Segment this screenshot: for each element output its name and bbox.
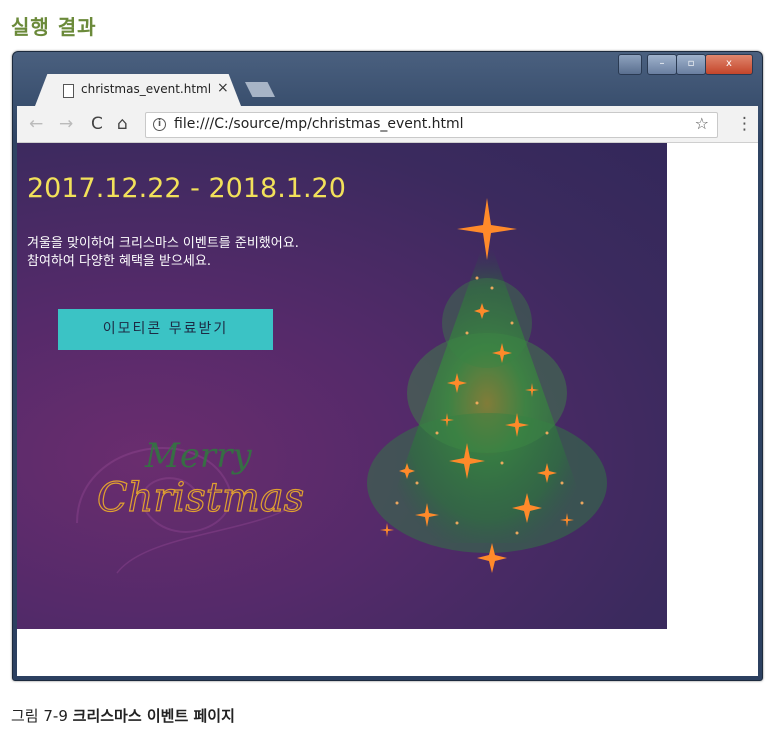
christmas-tree-illustration: [367, 198, 607, 573]
free-emoticon-button[interactable]: 이모티콘 무료받기: [58, 309, 273, 350]
browser-toolbar: ← → C ⌂ i file:///C:/source/mp/christmas…: [17, 106, 758, 143]
description-line-1: 겨울을 맞이하여 크리스마스 이벤트를 준비했어요.: [27, 236, 299, 251]
maximize-button[interactable]: ▫: [676, 54, 706, 75]
reload-button[interactable]: C: [91, 114, 103, 134]
home-button[interactable]: ⌂: [117, 114, 128, 134]
result-heading: 실행 결과: [11, 15, 97, 39]
merry-christmas-logo: Merry Christmas: [97, 436, 305, 522]
address-bar[interactable]: i file:///C:/source/mp/christmas_event.h…: [145, 112, 718, 138]
bookmark-star-icon[interactable]: ☆: [695, 114, 709, 133]
url-text: file:///C:/source/mp/christmas_event.htm…: [174, 116, 464, 132]
profile-button[interactable]: [618, 54, 642, 75]
browser-tab[interactable]: christmas_event.html ×: [35, 74, 241, 106]
browser-window: – ▫ x christmas_event.html × ← → C ⌂ i f…: [12, 51, 763, 681]
page-icon: [63, 84, 74, 98]
browser-menu-button[interactable]: ⋮: [736, 114, 753, 134]
merry-text: Merry: [144, 436, 252, 476]
new-tab-button[interactable]: [245, 82, 275, 97]
minimize-button[interactable]: –: [647, 54, 677, 75]
figure-caption: 그림 7-9 크리스마스 이벤트 페이지: [11, 705, 235, 726]
tab-close-button[interactable]: ×: [217, 80, 229, 96]
info-icon[interactable]: i: [153, 118, 166, 131]
tab-title: christmas_event.html: [81, 82, 212, 96]
close-window-button[interactable]: x: [705, 54, 753, 75]
event-date-range: 2017.12.22 - 2018.1.20: [27, 173, 346, 204]
page-viewport: 2017.12.22 - 2018.1.20 겨울을 맞이하여 크리스마스 이벤…: [17, 143, 758, 676]
description-line-2: 참여하여 다양한 혜택을 받으세요.: [27, 254, 211, 269]
christmas-banner: 2017.12.22 - 2018.1.20 겨울을 맞이하여 크리스마스 이벤…: [17, 143, 667, 629]
back-button[interactable]: ←: [29, 114, 43, 134]
event-description: 겨울을 맞이하여 크리스마스 이벤트를 준비했어요. 참여하여 다양한 혜택을 …: [27, 235, 299, 271]
christmas-text: Christmas: [97, 475, 304, 521]
forward-button[interactable]: →: [59, 114, 73, 134]
figure-label: 그림 7-9: [11, 707, 68, 725]
figure-title: 크리스마스 이벤트 페이지: [72, 707, 235, 725]
